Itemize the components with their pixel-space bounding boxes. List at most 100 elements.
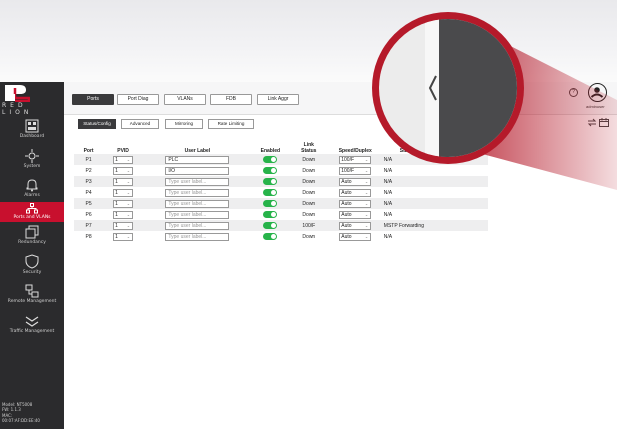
enabled-toggle[interactable] xyxy=(263,156,278,163)
speed-cell: Auto ⌄ xyxy=(329,187,382,198)
pvid-value: 1 xyxy=(115,233,118,240)
tab-ports[interactable]: Ports xyxy=(72,94,114,105)
sidebar-item-remote-management[interactable]: Remote Management xyxy=(0,282,64,308)
subtab-status-config[interactable]: Status/Config xyxy=(78,119,116,129)
device-info: Model: NT5008 FW: 1.1.3 MAC: 00:07:AF:DD… xyxy=(2,402,62,424)
pvid-cell: 1 ⌄ xyxy=(103,231,143,242)
enabled-cell xyxy=(252,176,289,187)
enabled-toggle[interactable] xyxy=(263,222,278,229)
speed-cell: 100/F ⌄ xyxy=(329,165,382,176)
link-status-cell: Down xyxy=(302,200,316,207)
chevron-down-icon: ⌄ xyxy=(126,189,131,195)
speed-value: Auto xyxy=(341,200,352,207)
user-label-input[interactable]: Type user label... xyxy=(165,221,230,230)
state-cell: N/A xyxy=(383,211,393,218)
tab-vlans[interactable]: VLANs xyxy=(164,94,206,105)
pvid-value: 1 xyxy=(115,189,118,196)
speed-value: 100/F xyxy=(341,167,355,174)
tab-port-diag[interactable]: Port Diag xyxy=(117,94,159,105)
sidebar-item-label: Ports and VLANs xyxy=(13,215,51,220)
pvid-select[interactable]: 1 ⌄ xyxy=(113,155,134,164)
enabled-toggle[interactable] xyxy=(263,211,278,218)
subtab-advanced[interactable]: Advanced xyxy=(121,119,159,129)
save-config-icon[interactable] xyxy=(599,118,609,127)
table-row: P6 1 ⌄ Type user label... Down Auto ⌄ N/A xyxy=(74,209,488,220)
sidebar-item-label: Dashboard xyxy=(19,134,45,139)
enabled-toggle[interactable] xyxy=(263,167,278,174)
pvid-select[interactable]: 1 ⌄ xyxy=(113,221,134,230)
user-avatar-button[interactable] xyxy=(588,83,607,102)
username: adminuser xyxy=(586,104,605,109)
speed-duplex-select[interactable]: 100/F ⌄ xyxy=(339,155,372,164)
sidebar-item-label: Alarms xyxy=(24,193,40,198)
sidebar-item-alarms[interactable]: Alarms xyxy=(0,176,64,202)
user-label-input[interactable]: PLC xyxy=(165,155,230,164)
user-label-input[interactable]: Type user label... xyxy=(165,199,230,208)
state-cell: N/A xyxy=(383,167,393,174)
speed-duplex-select[interactable]: Auto ⌄ xyxy=(339,210,372,219)
state-cell: MSTP Forwarding xyxy=(383,222,424,229)
enabled-cell xyxy=(252,231,289,242)
tab-link-aggr[interactable]: Link Aggr xyxy=(257,94,299,105)
subtab-rate-limiting[interactable]: Rate Limiting xyxy=(208,119,254,129)
col-port: Port xyxy=(83,148,94,154)
speed-duplex-select[interactable]: Auto ⌄ xyxy=(339,221,372,230)
user-label-cell: PLC xyxy=(143,154,252,165)
link-status-cell: Down xyxy=(302,211,316,218)
user-label-input[interactable]: I/O xyxy=(165,166,230,175)
sidebar-item-redundancy[interactable]: Redundancy xyxy=(0,223,64,249)
enabled-toggle[interactable] xyxy=(263,233,278,240)
speed-value: 100/F xyxy=(341,156,355,163)
pvid-select[interactable]: 1 ⌄ xyxy=(113,177,134,186)
pvid-select[interactable]: 1 ⌄ xyxy=(113,232,134,241)
col-user-label: User Label xyxy=(184,148,211,154)
help-button[interactable]: ? xyxy=(569,88,578,97)
chevron-down-icon: ⌄ xyxy=(364,200,369,206)
sidebar-item-security[interactable]: Security xyxy=(0,252,64,278)
pvid-select[interactable]: 1 ⌄ xyxy=(113,188,134,197)
pvid-value: 1 xyxy=(115,178,118,185)
sidebar-item-system[interactable]: System xyxy=(0,147,64,175)
col-link-bottom: Status xyxy=(301,148,317,154)
state-cell: N/A xyxy=(383,200,393,207)
speed-duplex-select[interactable]: Auto ⌄ xyxy=(339,177,372,186)
link-status-cell: Down xyxy=(302,156,316,163)
chevron-down-icon: ⌄ xyxy=(364,178,369,184)
pvid-select[interactable]: 1 ⌄ xyxy=(113,210,134,219)
sidebar-item-ports-and-vlans[interactable]: Ports and VLANs xyxy=(0,202,64,222)
pvid-select[interactable]: 1 ⌄ xyxy=(113,166,134,175)
sidebar-item-label: System xyxy=(23,164,41,169)
user-label-input[interactable]: Type user label... xyxy=(165,177,230,186)
enabled-toggle[interactable] xyxy=(263,189,278,196)
pvid-value: 1 xyxy=(115,200,118,207)
speed-duplex-select[interactable]: Auto ⌄ xyxy=(339,199,372,208)
enabled-cell xyxy=(252,209,289,220)
speed-value: Auto xyxy=(341,189,352,196)
table-row: P4 1 ⌄ Type user label... Down Auto ⌄ N/A xyxy=(74,187,488,198)
table-row: P5 1 ⌄ Type user label... Down Auto ⌄ N/A xyxy=(74,198,488,209)
user-label-input[interactable]: Type user label... xyxy=(165,210,230,219)
table-row: P8 1 ⌄ Type user label... Down Auto ⌄ N/A xyxy=(74,231,488,242)
pvid-select[interactable]: 1 ⌄ xyxy=(113,199,134,208)
speed-duplex-select[interactable]: Auto ⌄ xyxy=(339,232,372,241)
tab-fdb[interactable]: FDB xyxy=(210,94,252,105)
speed-cell: Auto ⌄ xyxy=(329,231,382,242)
sidebar-item-traffic-management[interactable]: Traffic Management xyxy=(0,312,64,338)
enabled-toggle[interactable] xyxy=(263,200,278,207)
user-label-input[interactable]: Type user label... xyxy=(165,188,230,197)
enabled-cell xyxy=(252,187,289,198)
sidebar-item-dashboard[interactable]: Dashboard xyxy=(0,116,64,146)
system-icon xyxy=(25,149,39,163)
speed-duplex-select[interactable]: Auto ⌄ xyxy=(339,188,372,197)
speed-cell: Auto ⌄ xyxy=(329,198,382,209)
refresh-icon[interactable] xyxy=(587,118,597,127)
table-row: P3 1 ⌄ Type user label... Down Auto ⌄ N/A xyxy=(74,176,488,187)
user-label-input[interactable]: Type user label... xyxy=(165,232,230,241)
logo: RED LION xyxy=(0,82,64,116)
enabled-toggle[interactable] xyxy=(263,178,278,185)
subtab-mirroring[interactable]: Mirroring xyxy=(165,119,203,129)
speed-duplex-select[interactable]: 100/F ⌄ xyxy=(339,166,372,175)
user-label-cell: I/O xyxy=(143,165,252,176)
speed-value: Auto xyxy=(341,178,352,185)
chevron-down-icon: ⌄ xyxy=(364,189,369,195)
